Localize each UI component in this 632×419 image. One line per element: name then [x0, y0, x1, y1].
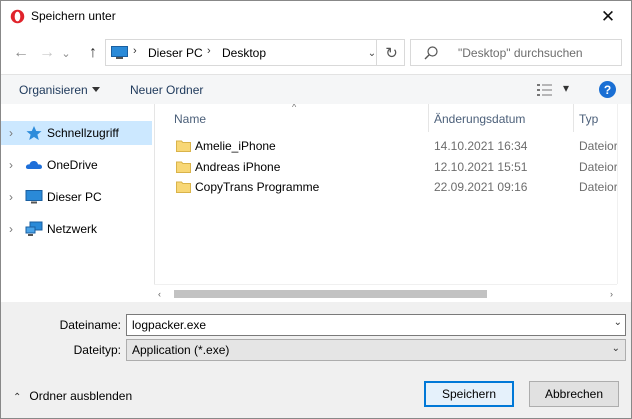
up-button[interactable]: ↑ [82, 42, 104, 64]
refresh-icon: ↻ [385, 44, 398, 62]
help-button[interactable]: ? [599, 81, 616, 98]
file-row[interactable]: CopyTrans Programme 22.09.2021 09:16 Dat… [155, 177, 617, 197]
file-type: Dateiordner [579, 160, 617, 174]
recent-locations-button[interactable]: ⌄ [59, 42, 73, 64]
expand-chevron-icon[interactable]: › [9, 126, 13, 140]
column-header-type[interactable]: Typ [579, 104, 617, 132]
title-bar: Speichern unter ✕ [1, 1, 631, 32]
new-folder-button[interactable]: Neuer Ordner [130, 83, 203, 97]
column-header-date[interactable]: Änderungsdatum [434, 104, 574, 132]
forward-arrow-icon: → [39, 44, 55, 61]
chevron-down-icon[interactable]: ⌄ [614, 317, 622, 328]
hide-folders-label: Ordner ausblenden [29, 389, 133, 403]
filename-value: logpacker.exe [132, 318, 207, 332]
breadcrumb-this-pc[interactable]: Dieser PC [148, 46, 203, 60]
expand-chevron-icon[interactable]: › [9, 190, 13, 204]
back-button[interactable]: ← [10, 42, 32, 64]
file-list: ^ Name Änderungsdatum Typ Amelie_iPhone … [154, 104, 617, 284]
chevron-down-icon: ⌄ [367, 47, 377, 59]
address-bar[interactable]: › Dieser PC › Desktop ⌄ ↻ [105, 39, 405, 66]
scroll-left-icon[interactable]: ‹ [158, 289, 161, 299]
organize-button[interactable]: Organisieren [19, 83, 88, 97]
file-name: Amelie_iPhone [195, 139, 276, 153]
back-arrow-icon: ← [13, 44, 29, 61]
column-divider[interactable] [573, 104, 574, 132]
cloud-icon [25, 160, 42, 169]
sidebar-item-label: Dieser PC [47, 190, 102, 204]
filetype-select[interactable]: Application (*.exe) ⌄ [126, 339, 626, 361]
navigation-pane: › Schnellzugriff › OneDrive › Dieser PC … [1, 104, 154, 302]
filename-field[interactable]: logpacker.exe ⌄ [126, 314, 626, 336]
filename-label: Dateiname: [59, 318, 121, 332]
computer-icon [25, 190, 43, 204]
help-icon: ? [603, 82, 612, 97]
column-divider[interactable] [428, 104, 429, 132]
sidebar-item-this-pc[interactable]: › Dieser PC [1, 185, 152, 209]
star-icon [26, 126, 42, 140]
file-name: CopyTrans Programme [195, 180, 320, 194]
file-type: Dateiordner [579, 139, 617, 153]
folder-icon [176, 161, 191, 173]
file-name: Andreas iPhone [195, 160, 281, 174]
expand-chevron-icon[interactable]: › [9, 222, 13, 236]
file-type: Dateiordner [579, 180, 617, 194]
computer-icon [111, 46, 128, 59]
dialog-title: Speichern unter [31, 9, 116, 23]
breadcrumb-desktop[interactable]: Desktop [222, 46, 266, 60]
vertical-scrollbar[interactable] [617, 104, 631, 284]
file-date: 14.10.2021 16:34 [434, 139, 528, 153]
sidebar-item-label: Schnellzugriff [47, 126, 119, 140]
file-date: 22.09.2021 09:16 [434, 180, 528, 194]
scrollbar-thumb[interactable] [174, 290, 487, 298]
chevron-up-icon: ⌃ [13, 392, 22, 403]
search-placeholder: "Desktop" durchsuchen [458, 46, 583, 60]
sidebar-item-network[interactable]: › Netzwerk [1, 217, 152, 241]
change-view-button[interactable]: ▾ [536, 81, 576, 98]
hide-folders-button[interactable]: ⌃ Ordner ausblenden [13, 389, 132, 403]
file-row[interactable]: Amelie_iPhone 14.10.2021 16:34 Dateiordn… [155, 136, 617, 156]
view-dropdown-icon: ▾ [563, 81, 570, 95]
search-box[interactable]: "Desktop" durchsuchen [410, 39, 622, 66]
navigation-bar: ← → ⌄ ↑ › Dieser PC › Desktop ⌄ ↻ "Deskt… [1, 32, 631, 74]
cancel-button[interactable]: Abbrechen [529, 381, 619, 407]
sidebar-item-label: OneDrive [47, 158, 98, 172]
filetype-value: Application (*.exe) [132, 343, 230, 357]
save-as-dialog: Speichern unter ✕ ← → ⌄ ↑ › Dieser PC › … [0, 0, 632, 419]
folder-icon [176, 140, 191, 152]
opera-icon [10, 9, 25, 24]
close-icon: ✕ [600, 6, 616, 26]
sidebar-item-quick-access[interactable]: › Schnellzugriff [1, 121, 152, 145]
chevron-down-icon: ⌄ [611, 343, 620, 354]
up-arrow-icon: ↑ [89, 44, 97, 61]
chevron-down-icon: ⌄ [61, 47, 71, 60]
horizontal-scrollbar[interactable]: ‹ › [154, 284, 617, 302]
scrollbar-corner [617, 284, 631, 302]
breadcrumb-separator: › [133, 45, 137, 57]
breadcrumb-separator: › [207, 45, 211, 57]
expand-chevron-icon[interactable]: › [9, 158, 13, 172]
close-button[interactable]: ✕ [585, 1, 631, 32]
details-view-icon [537, 84, 552, 96]
search-icon [424, 46, 438, 60]
column-header-name[interactable]: Name [174, 104, 424, 132]
file-row[interactable]: Andreas iPhone 12.10.2021 15:51 Dateiord… [155, 157, 617, 177]
organize-dropdown-icon [92, 87, 100, 92]
scroll-right-icon[interactable]: › [610, 289, 613, 299]
file-date: 12.10.2021 15:51 [434, 160, 528, 174]
sidebar-item-label: Netzwerk [47, 222, 98, 236]
network-icon [25, 221, 43, 236]
command-bar: Organisieren Neuer Ordner ▾ ? [1, 74, 631, 104]
sidebar-item-onedrive[interactable]: › OneDrive [1, 153, 152, 177]
filetype-label: Dateityp: [73, 343, 121, 357]
forward-button[interactable]: → [36, 42, 58, 64]
refresh-button[interactable]: ↻ [376, 39, 406, 66]
save-button[interactable]: Speichern [424, 381, 514, 407]
folder-icon [176, 181, 191, 193]
